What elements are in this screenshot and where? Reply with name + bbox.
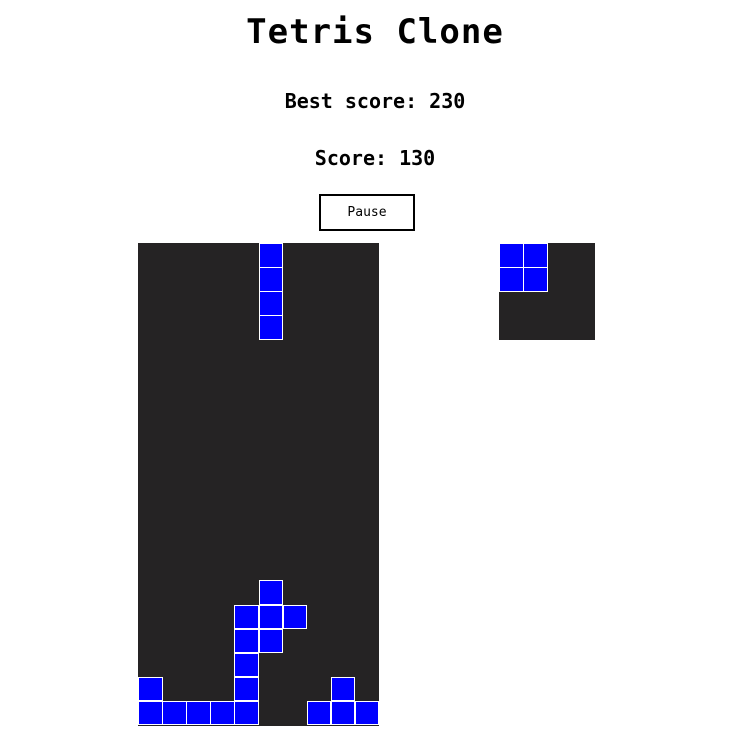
falling-piece-block bbox=[258, 291, 283, 316]
locked-block bbox=[234, 652, 259, 678]
locked-block bbox=[330, 700, 356, 726]
locked-block bbox=[186, 700, 211, 726]
locked-block bbox=[234, 676, 259, 702]
locked-block bbox=[234, 604, 259, 629]
locked-block bbox=[234, 628, 259, 654]
locked-block bbox=[162, 700, 187, 726]
best-score-text: Best score: 230 bbox=[284, 89, 466, 113]
locked-block bbox=[138, 676, 163, 702]
game-board bbox=[138, 243, 380, 726]
locked-block bbox=[258, 580, 283, 605]
next-piece-block bbox=[499, 243, 524, 268]
locked-block bbox=[282, 604, 308, 629]
locked-block bbox=[138, 700, 163, 726]
game-title: Tetris Clone bbox=[246, 12, 504, 52]
next-piece-block bbox=[499, 267, 524, 292]
next-piece-block bbox=[523, 267, 548, 292]
pause-button[interactable]: Pause bbox=[319, 194, 415, 231]
locked-block bbox=[210, 700, 235, 726]
next-piece-block bbox=[523, 243, 548, 268]
falling-piece-block bbox=[258, 267, 283, 292]
next-piece-preview bbox=[499, 243, 595, 340]
locked-block bbox=[330, 676, 356, 702]
score-text: Score: 130 bbox=[314, 146, 436, 170]
falling-piece-block bbox=[258, 315, 283, 340]
locked-block bbox=[258, 604, 283, 629]
falling-piece-block bbox=[258, 243, 283, 268]
locked-block bbox=[234, 700, 259, 726]
locked-block bbox=[354, 700, 380, 726]
locked-block bbox=[306, 700, 332, 726]
locked-block bbox=[258, 628, 283, 654]
